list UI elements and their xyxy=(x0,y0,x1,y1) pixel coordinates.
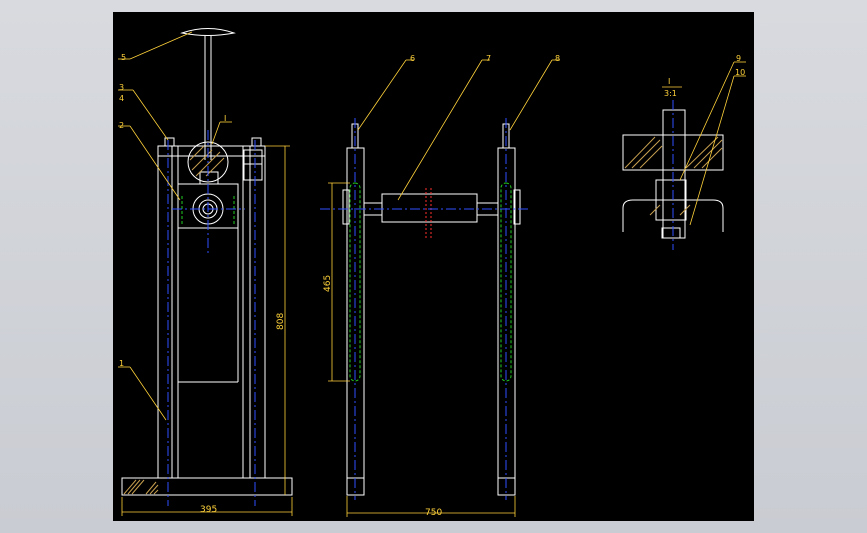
front-leaders xyxy=(118,31,232,421)
side-view xyxy=(342,123,521,496)
label-part-4: 4 xyxy=(119,94,124,103)
dim-overall-height: 808 xyxy=(276,313,286,330)
label-part-2: 2 xyxy=(119,121,124,130)
base-hatch xyxy=(123,479,159,495)
detail-scale-top: I xyxy=(668,77,670,86)
detail-scale-bottom: 3:1 xyxy=(664,89,677,98)
front-view xyxy=(121,28,293,496)
label-part-9: 9 xyxy=(736,54,741,63)
label-part-3: 3 xyxy=(119,83,124,92)
label-detail-mark: I xyxy=(224,114,226,123)
front-view-centerlines xyxy=(167,130,256,506)
label-part-5: 5 xyxy=(121,53,126,62)
label-part-7: 7 xyxy=(486,54,491,63)
label-part-10: 10 xyxy=(735,68,745,77)
detail-leaders xyxy=(662,61,746,226)
front-view-dims xyxy=(121,145,293,516)
side-view-cut xyxy=(425,188,432,238)
dim-base-width: 395 xyxy=(200,505,217,515)
label-part-6: 6 xyxy=(410,54,415,63)
dim-span: 750 xyxy=(425,508,442,518)
shaft xyxy=(381,193,478,223)
side-view-dims xyxy=(328,59,560,517)
label-part-8: 8 xyxy=(555,54,560,63)
label-part-1: 1 xyxy=(119,359,124,368)
handwheel xyxy=(180,28,236,36)
cad-drawing: 808 395 5 3 4 2 1 I 750 465 6 7 8 I 3:1 … xyxy=(118,28,746,518)
right-column-outer xyxy=(242,145,266,479)
dim-column-length: 465 xyxy=(323,275,333,292)
